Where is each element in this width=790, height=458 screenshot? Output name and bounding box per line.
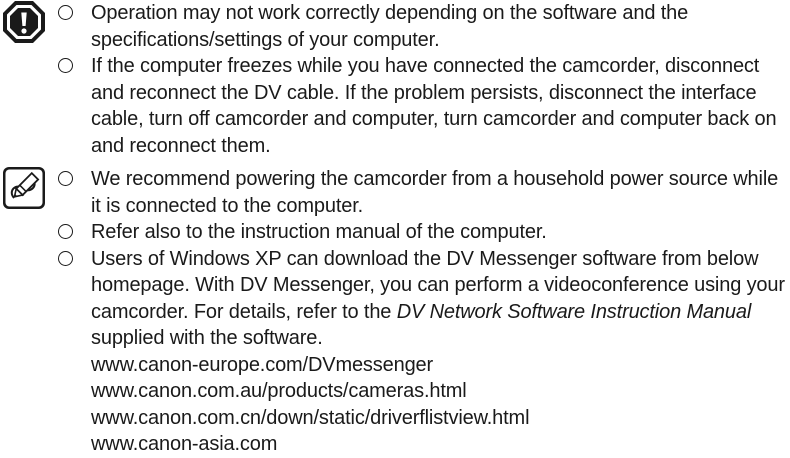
note-item: We recommend powering the camcorder from… (58, 166, 786, 219)
caution-item: If the computer freezes while you have c… (58, 53, 786, 159)
download-text-after: supplied with the software. (91, 327, 323, 349)
manual-title: DV Network Software Instruction Manual (396, 300, 752, 323)
caution-item-text: Operation may not work correctly dependi… (91, 2, 689, 51)
circle-bullet-icon (58, 171, 73, 186)
caution-exclamation-icon (3, 1, 45, 43)
note-list: We recommend powering the camcorder from… (58, 166, 786, 458)
url-text: www.canon-asia.com (91, 433, 278, 455)
note-pencil-icon (3, 167, 45, 209)
caution-item-text: If the computer freezes while you have c… (91, 55, 777, 157)
url-text: www.canon.com.au/products/cameras.html (91, 380, 467, 402)
circle-bullet-icon (58, 250, 73, 266)
manual-page: Operation may not work correctly dependi… (0, 0, 790, 455)
note-item-download: Users of Windows XP can download the DV … (58, 246, 786, 458)
note-item-text: We recommend powering the camcorder from… (91, 168, 779, 217)
circle-bullet-icon (58, 5, 73, 20)
caution-item: Operation may not work correctly dependi… (58, 0, 786, 53)
circle-bullet-icon (58, 224, 73, 239)
note-item: Refer also to the instruction manual of … (58, 219, 786, 246)
url-text: www.canon.com.cn/down/static/driverflist… (91, 406, 530, 429)
url-list: www.canon-europe.com/DVmessenger www.can… (91, 352, 786, 458)
caution-list: Operation may not work correctly dependi… (58, 0, 786, 159)
circle-bullet-icon (58, 58, 73, 73)
note-item-text: Refer also to the instruction manual of … (91, 221, 547, 243)
url-text: www.canon-europe.com/DVmessenger (91, 353, 434, 376)
